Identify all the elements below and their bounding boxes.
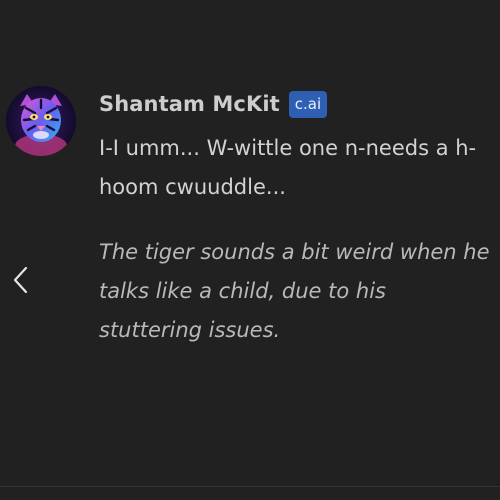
message-text: I-I umm... W-wittle one n-needs a h-hoom…	[99, 136, 477, 199]
sender-name[interactable]: Shantam McKit	[99, 92, 280, 116]
previous-message-button[interactable]	[8, 264, 32, 296]
divider	[0, 486, 500, 487]
chevron-left-icon	[13, 266, 28, 294]
message-header: Shantam McKit c.ai	[99, 88, 328, 120]
tiger-avatar-icon	[6, 86, 76, 156]
narration-text: The tiger sounds a bit weird when he tal…	[99, 240, 490, 342]
cai-badge: c.ai	[288, 90, 328, 118]
character-avatar[interactable]	[6, 86, 76, 156]
